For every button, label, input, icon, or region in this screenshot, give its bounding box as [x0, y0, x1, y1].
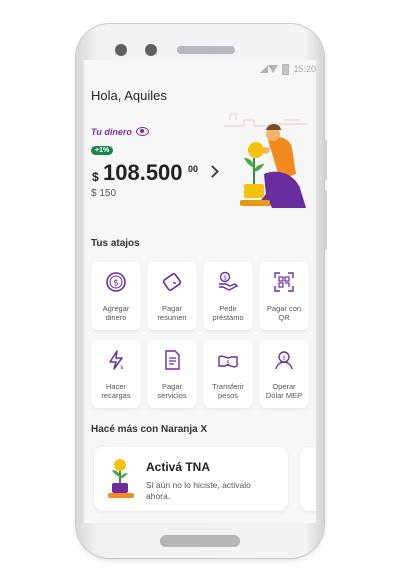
sensor-icon	[145, 44, 157, 56]
money-label: Tu dinero	[91, 127, 132, 137]
svg-text:$: $	[223, 275, 227, 282]
receipt-icon	[165, 350, 180, 370]
promo-description: Si aún no lo hiciste, activalo ahora.	[146, 480, 251, 501]
balance-cents: 00	[188, 164, 199, 174]
home-button[interactable]	[160, 535, 240, 547]
shortcut-label: Pedir préstamo	[212, 304, 244, 322]
more-title: Hacé más con Naranja X	[91, 424, 208, 435]
volume-button	[323, 190, 327, 250]
svg-text:$: $	[120, 365, 124, 371]
svg-text:$: $	[282, 356, 286, 362]
balance-amount: 108.500	[103, 160, 183, 185]
hand-money-icon: $	[219, 271, 239, 291]
battery-icon	[282, 64, 289, 75]
shortcut-pagar-qr[interactable]: Pagar con QR	[259, 262, 309, 330]
shortcut-label: Pagar servicios	[157, 382, 187, 400]
chevron-right-icon[interactable]	[206, 165, 219, 178]
signal-icon	[260, 65, 268, 73]
shortcut-operar-dolar-mep[interactable]: $ Operar Dólar MEP	[259, 340, 309, 408]
status-time: 15:20	[293, 64, 316, 74]
front-camera-icon	[115, 44, 127, 56]
greeting: Hola, Aquiles	[91, 88, 167, 103]
bills-icon: $	[218, 355, 238, 368]
currency-symbol: $	[92, 170, 99, 184]
growth-badge: +1%	[91, 146, 114, 155]
shortcut-label: Pagar resumen	[157, 304, 187, 322]
shortcut-label: Agregar dinero	[102, 304, 130, 322]
wifi-icon	[268, 65, 278, 73]
shortcut-label: Hacer recargas	[101, 382, 131, 400]
promo-card-next[interactable]	[300, 447, 316, 511]
app-screen: 15:20 Hola, Aquiles Tu dinero +1% $ 108.…	[84, 60, 316, 523]
eye-icon[interactable]	[136, 127, 149, 136]
qr-icon	[274, 272, 294, 292]
plant-coin-icon	[108, 459, 134, 498]
dollar-coin-icon: $	[106, 272, 126, 292]
lightning-icon: $	[109, 350, 124, 371]
shortcut-transferir-pesos[interactable]: $ Transferir pesos	[203, 340, 253, 408]
shortcut-label: Transferir pesos	[212, 382, 244, 400]
shortcut-pedir-prestamo[interactable]: $ Pedir préstamo	[203, 262, 253, 330]
power-button	[323, 140, 327, 180]
promo-card-tna[interactable]: Activá TNA Si aún no lo hiciste, actival…	[94, 447, 288, 511]
shortcut-hacer-recargas[interactable]: $ Hacer recargas	[91, 340, 141, 408]
speaker-grille	[177, 46, 235, 54]
shortcuts-title: Tus atajos	[91, 238, 140, 249]
secondary-balance: $ 150	[91, 188, 117, 199]
shortcut-pagar-resumen[interactable]: Pagar resumen	[147, 262, 197, 330]
promo-title: Activá TNA	[146, 460, 211, 474]
card-icon	[162, 273, 182, 291]
person-icon: $	[275, 351, 293, 370]
status-bar: 15:20	[84, 60, 316, 78]
svg-text:$: $	[226, 360, 230, 367]
shortcut-label: Operar Dólar MEP	[265, 382, 303, 400]
shortcut-label: Pagar con QR	[266, 304, 302, 322]
svg-text:$: $	[113, 279, 119, 289]
shortcut-agregar-dinero[interactable]: $ Agregar dinero	[91, 262, 141, 330]
person-plant-illustration	[224, 113, 316, 210]
shortcut-pagar-servicios[interactable]: Pagar servicios	[147, 340, 197, 408]
